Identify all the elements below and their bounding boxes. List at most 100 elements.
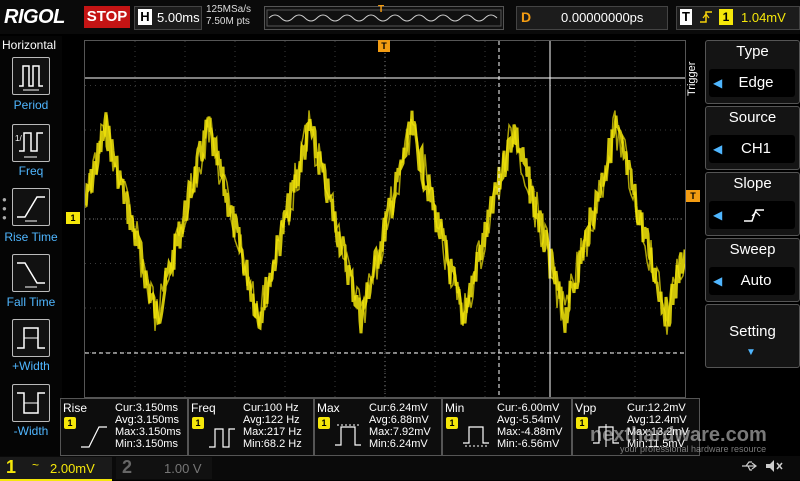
measure-name: Vpp [575, 401, 597, 415]
trigger-level-marker[interactable]: T [686, 190, 700, 202]
delay-value: 0.00000000ps [561, 10, 644, 25]
freq-button[interactable]: 1/ [12, 124, 50, 162]
trigger-source-value-box: ◀ CH1 [709, 135, 795, 163]
neg-width-button[interactable] [12, 384, 50, 422]
trigger-sweep-title: Sweep [729, 241, 776, 258]
memory-depth: 7.50M pts [206, 16, 250, 27]
neg-width-icon [17, 392, 45, 414]
measure-max: Max:217 Hz [243, 426, 302, 438]
fall-time-button[interactable] [12, 254, 50, 292]
left-arrow-icon: ◀ [713, 208, 723, 222]
measure-avg: Avg:3.150ms [115, 414, 180, 426]
trigger-source-title: Source [728, 109, 777, 126]
freq-icon [209, 428, 235, 448]
delay-box[interactable]: D 0.00000000ps [516, 6, 668, 30]
measure-max[interactable]: Max 1 Cur:6.24mV Avg:6.88mV Max:7.92mV M… [314, 398, 442, 456]
trigger-sweep-value-box: ◀ Auto [709, 267, 795, 295]
acquisition-info: 125MSa/s 7.50M pts [206, 4, 251, 28]
measure-cur: Cur:-6.00mV [497, 402, 560, 414]
measure-name: Max [317, 401, 340, 415]
trigger-source-value: CH1 [740, 140, 771, 157]
ch1-number: 1 [6, 457, 17, 477]
measure-max: Max:3.150ms [115, 426, 182, 438]
trigger-sweep-value: Auto [740, 272, 772, 289]
measure-name: Rise [63, 401, 88, 415]
freq-label: Freq [18, 164, 44, 178]
trigger-level: 1.04mV [741, 10, 786, 25]
measure-cur: Cur:3.150ms [115, 402, 178, 414]
trigger-menu-title: Trigger [686, 61, 698, 97]
measure-channel: 1 [446, 417, 458, 429]
measure-name: Freq [191, 401, 216, 415]
ch2-number: 2 [122, 457, 133, 477]
ch1-coupling: ~ [32, 458, 40, 472]
rise-time-icon [17, 196, 45, 222]
max-icon [335, 424, 361, 446]
trigger-type-value-box: ◀ Edge [709, 69, 795, 97]
trigger-setting-button[interactable]: Setting ▼ [705, 304, 800, 368]
measure-min[interactable]: Min 1 Cur:-6.00mV Avg:-5.54mV Max:-4.88m… [442, 398, 572, 456]
usb-icon [740, 459, 758, 476]
speaker-muted-icon[interactable] [764, 458, 784, 477]
pos-width-button[interactable] [12, 319, 50, 357]
rise-time-label: Rise Time [4, 230, 58, 244]
period-button[interactable] [12, 57, 50, 95]
measure-freq[interactable]: Freq 1 Cur:100 Hz Avg:122 Hz Max:217 Hz … [188, 398, 314, 456]
rising-edge-icon [699, 9, 713, 28]
measure-min: Min:3.150ms [115, 438, 178, 450]
trigger-key: T [680, 9, 692, 25]
trigger-channel: 1 [719, 9, 733, 25]
freq-icon: 1/ [15, 132, 43, 158]
ch2-scale: 1.00 V [164, 461, 202, 476]
ch2-status[interactable]: 2 1.00 V [116, 457, 212, 479]
measure-avg: Avg:122 Hz [243, 414, 300, 426]
memory-overview[interactable]: T [264, 4, 504, 30]
trigger-slope-value-box: ◀ [709, 201, 795, 229]
measure-channel: 1 [576, 417, 588, 429]
down-arrow-icon: ▼ [746, 347, 756, 358]
rise-time-icon [81, 426, 107, 448]
run-stop-button[interactable]: STOP [84, 6, 130, 28]
fall-time-icon [17, 262, 45, 288]
ch1-offset-marker[interactable]: 1 [66, 212, 80, 224]
measure-channel: 1 [192, 417, 204, 429]
measure-channel: 1 [318, 417, 330, 429]
period-icon [19, 65, 43, 91]
menu-page-dots: ● ● ● [2, 195, 7, 222]
ch1-status[interactable]: 1 ~ 2.00mV [0, 457, 112, 481]
trigger-status-box[interactable]: T 1 1.04mV [676, 6, 800, 30]
measure-min: Min:6.24mV [369, 438, 428, 450]
sample-rate: 125MSa/s [206, 4, 252, 15]
measure-avg: Avg:-5.54mV [497, 414, 561, 426]
waveform-display[interactable] [83, 40, 687, 398]
neg-width-label: -Width [13, 424, 49, 438]
fall-time-label: Fall Time [6, 295, 56, 309]
measure-cur: Cur:100 Hz [243, 402, 299, 414]
trigger-slope-button[interactable]: Slope ◀ [705, 172, 800, 236]
measure-rise[interactable]: Rise 1 Cur:3.150ms Avg:3.150ms Max:3.150… [60, 398, 188, 456]
trigger-type-button[interactable]: Type ◀ Edge [705, 40, 800, 104]
min-icon [463, 426, 489, 447]
period-label: Period [13, 98, 49, 112]
trigger-source-button[interactable]: Source ◀ CH1 [705, 106, 800, 170]
rising-slope-icon [744, 209, 764, 222]
timebase-box[interactable]: H 5.00ms [134, 6, 202, 30]
measure-max: Max:-4.88mV [497, 426, 563, 438]
measure-name: Min [445, 401, 465, 415]
timebase-key: H [138, 9, 152, 25]
rise-time-button[interactable] [12, 188, 50, 226]
measure-channel: 1 [64, 417, 76, 429]
pos-width-icon [17, 327, 45, 349]
measure-min: Min:-6.56mV [497, 438, 560, 450]
brand-logo: RIGOL [4, 6, 65, 28]
trigger-slope-title: Slope [733, 175, 772, 192]
measure-min: Min:68.2 Hz [243, 438, 302, 450]
measure-max: Max:7.92mV [369, 426, 431, 438]
trigger-setting-title: Setting [729, 323, 776, 340]
trigger-position-marker[interactable]: T [378, 40, 390, 52]
trigger-sweep-button[interactable]: Sweep ◀ Auto [705, 238, 800, 302]
waveform-canvas [83, 41, 687, 397]
ch1-scale: 2.00mV [50, 461, 95, 476]
trigger-type-value: Edge [738, 74, 774, 91]
pos-width-label: +Width [12, 359, 50, 373]
